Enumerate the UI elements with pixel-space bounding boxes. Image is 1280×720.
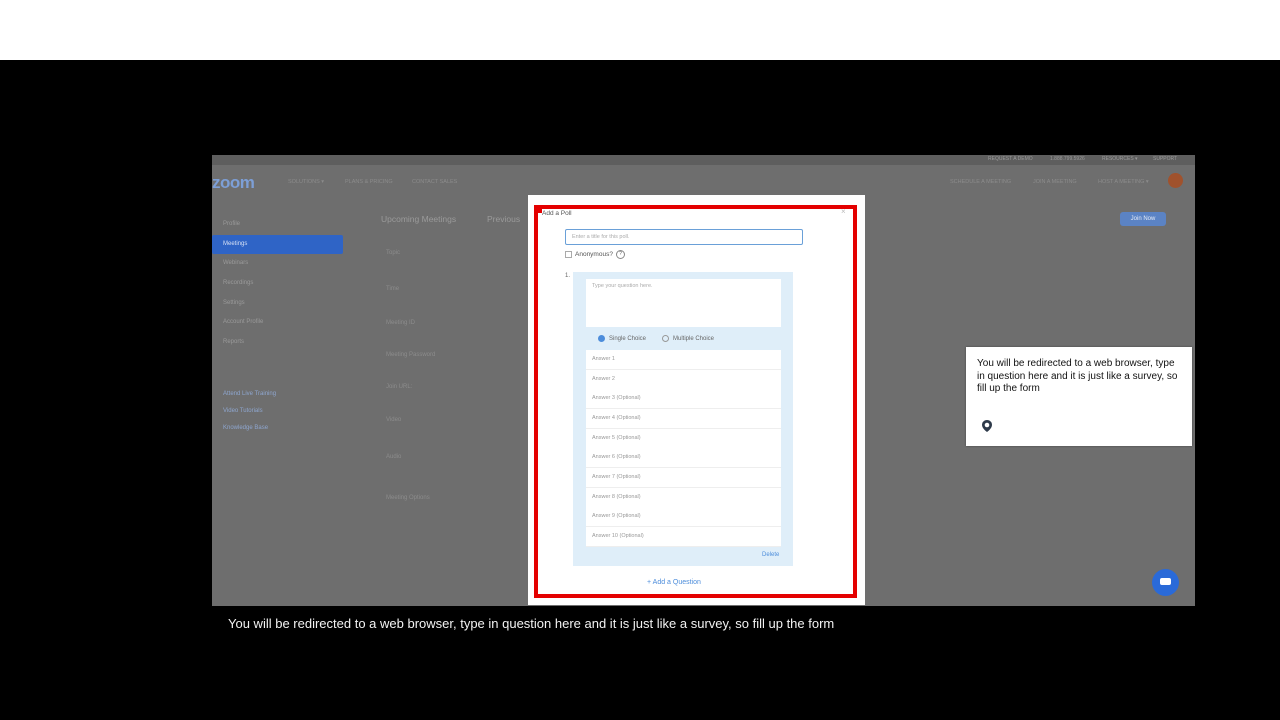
letterbox-top: [0, 0, 1280, 60]
sidebar-link-video-tutorials[interactable]: Video Tutorials: [212, 403, 344, 420]
resources-menu[interactable]: RESOURCES ▾: [1102, 156, 1138, 162]
sidebar-item-recordings[interactable]: Recordings: [212, 274, 344, 294]
field-label-meeting-options: Meeting Options: [386, 495, 430, 501]
sidebar: Profile Meetings Webinars Recordings Set…: [212, 215, 344, 437]
sidebar-link-knowledge-base[interactable]: Knowledge Base: [212, 420, 344, 437]
close-icon[interactable]: ×: [841, 207, 846, 216]
sidebar-item-webinars[interactable]: Webinars: [212, 254, 344, 274]
avatar[interactable]: [1168, 173, 1183, 188]
field-label-audio: Audio: [386, 454, 402, 460]
sidebar-link-live-training[interactable]: Attend Live Training: [212, 386, 344, 403]
nav-join-meeting[interactable]: JOIN A MEETING: [1033, 179, 1077, 185]
sidebar-item-reports[interactable]: Reports: [212, 333, 344, 353]
field-label-topic: Topic: [386, 250, 401, 256]
utility-bar: [212, 155, 1195, 165]
poll-title-input[interactable]: Enter a title for this poll.: [565, 229, 803, 245]
sidebar-item-account-profile[interactable]: Account Profile: [212, 313, 344, 333]
nav-solutions[interactable]: SOLUTIONS ▾: [288, 179, 324, 185]
support-link[interactable]: SUPPORT: [1153, 156, 1177, 162]
add-question-button[interactable]: + Add a Question: [647, 579, 701, 586]
chat-button[interactable]: [1152, 569, 1179, 596]
sidebar-item-meetings[interactable]: Meetings: [212, 234, 343, 255]
answer-input[interactable]: Answer 2: [586, 370, 781, 390]
join-now-button[interactable]: Join Now: [1120, 212, 1166, 226]
tab-previous-meetings[interactable]: Previous: [487, 214, 520, 224]
single-choice-option[interactable]: Single Choice: [598, 335, 646, 342]
nav-schedule-meeting[interactable]: SCHEDULE A MEETING: [950, 179, 1011, 185]
nav-plans-pricing[interactable]: PLANS & PRICING: [345, 179, 393, 185]
phone-number: 1.888.799.5926: [1050, 156, 1085, 162]
single-choice-label: Single Choice: [609, 336, 647, 343]
tooltip-text: You will be redirected to a web browser,…: [977, 358, 1178, 394]
question-number: 1.: [565, 273, 571, 279]
question-input[interactable]: Type your question here.: [586, 279, 781, 327]
tab-upcoming-meetings[interactable]: Upcoming Meetings: [381, 214, 456, 224]
field-label-join-url: Join URL:: [386, 384, 413, 390]
answer-input[interactable]: Answer 5 (Optional): [586, 429, 781, 449]
answer-input[interactable]: Answer 4 (Optional): [586, 409, 781, 429]
highlight-marker: [534, 205, 542, 213]
anonymous-option[interactable]: Anonymous??: [565, 250, 625, 259]
radio-unselected-icon[interactable]: [662, 335, 669, 342]
answer-input[interactable]: Answer 6 (Optional): [586, 448, 781, 468]
anonymous-label: Anonymous?: [575, 251, 613, 259]
field-label-meeting-password: Meeting Password: [386, 352, 436, 358]
nav-host-meeting[interactable]: HOST A MEETING ▾: [1098, 179, 1149, 185]
answer-input[interactable]: Answer 3 (Optional): [586, 389, 781, 409]
help-icon[interactable]: ?: [615, 250, 625, 259]
answer-input[interactable]: Answer 10 (Optional): [586, 527, 781, 547]
field-label-meeting-id: Meeting ID: [386, 320, 416, 326]
answer-input[interactable]: Answer 9 (Optional): [586, 507, 781, 527]
answer-input[interactable]: Answer 7 (Optional): [586, 468, 781, 488]
anonymous-checkbox[interactable]: [565, 251, 572, 258]
guide-tooltip: You will be redirected to a web browser,…: [966, 347, 1192, 446]
modal-title: Add a Poll: [542, 210, 572, 217]
multiple-choice-option[interactable]: Multiple Choice: [662, 335, 714, 342]
answer-input[interactable]: Answer 1: [586, 350, 781, 370]
zoom-logo[interactable]: zoom: [212, 173, 255, 193]
answer-input[interactable]: Answer 8 (Optional): [586, 488, 781, 508]
video-caption: You will be redirected to a web browser,…: [228, 616, 835, 631]
sidebar-item-settings[interactable]: Settings: [212, 294, 344, 314]
field-label-time: Time: [386, 286, 400, 292]
radio-selected-icon[interactable]: [598, 335, 605, 342]
sidebar-item-profile[interactable]: Profile: [212, 215, 344, 235]
delete-question-button[interactable]: Delete: [762, 552, 779, 558]
chat-bubble-icon: [1160, 578, 1171, 585]
request-demo-link[interactable]: REQUEST A DEMO: [988, 156, 1033, 162]
field-label-video: Video: [386, 417, 402, 423]
multiple-choice-label: Multiple Choice: [673, 336, 715, 343]
location-pin-icon: [982, 420, 992, 432]
nav-contact-sales[interactable]: CONTACT SALES: [412, 179, 457, 185]
